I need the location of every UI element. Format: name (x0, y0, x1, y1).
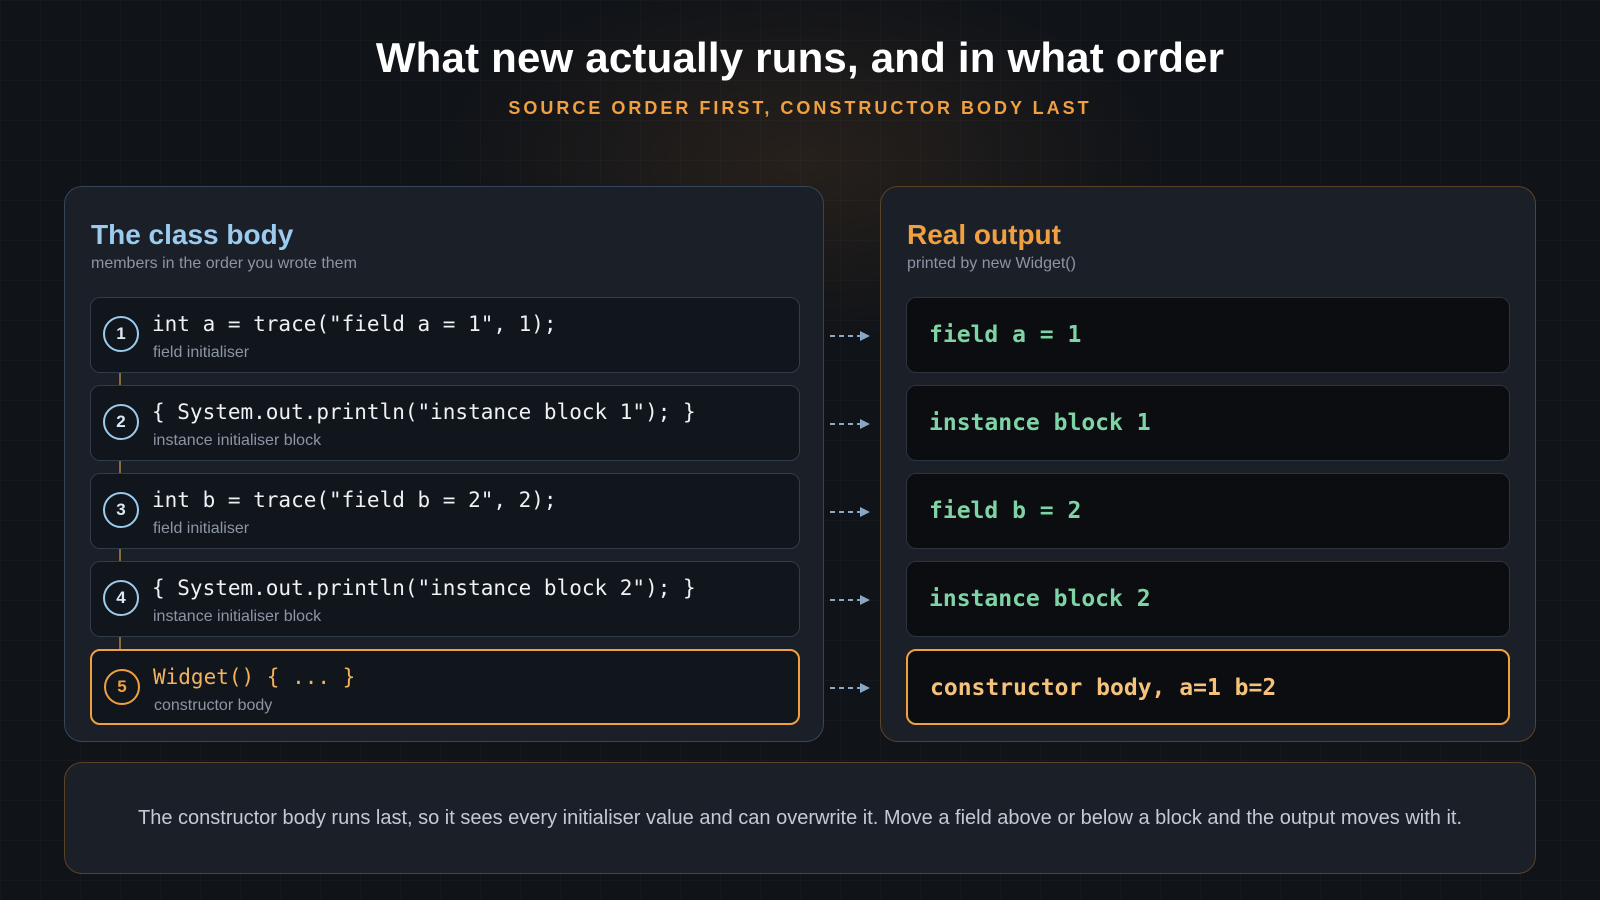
step-number-badge: 2 (103, 404, 139, 440)
arrow-right-icon (830, 507, 870, 517)
real-output-subtitle: printed by new Widget() (907, 255, 1076, 272)
step-number-badge: 1 (103, 316, 139, 352)
arrow-right-icon (830, 595, 870, 605)
step-description: field initialiser (153, 520, 250, 537)
step-description: field initialiser (153, 344, 250, 361)
step-code: int b = trace("field b = 2", 2); (152, 488, 557, 512)
step-4: 4 { System.out.println("instance block 2… (90, 561, 800, 637)
output-line: field a = 1 (906, 297, 1510, 373)
real-output-title: Real output (907, 219, 1061, 250)
header: What new actually runs, and in what orde… (0, 34, 1600, 119)
step-number-badge: 4 (103, 580, 139, 616)
arrow-right-icon (830, 419, 870, 429)
step-3: 3 int b = trace("field b = 2", 2); field… (90, 473, 800, 549)
output-line: field b = 2 (906, 473, 1510, 549)
output-line: instance block 1 (906, 385, 1510, 461)
class-body-subtitle: members in the order you wrote them (91, 255, 357, 272)
step-1: 1 int a = trace("field a = 1", 1); field… (90, 297, 800, 373)
note-text: The constructor body runs last, so it se… (138, 807, 1462, 829)
step-description: constructor body (154, 697, 273, 714)
step-code: int a = trace("field a = 1", 1); (152, 312, 557, 336)
step-number-badge: 3 (103, 492, 139, 528)
output-text: field a = 1 (929, 322, 1082, 348)
class-body-title: The class body (91, 219, 294, 250)
output-text: constructor body, a=1 b=2 (930, 675, 1277, 701)
step-2: 2 { System.out.println("instance block 1… (90, 385, 800, 461)
output-line-constructor: constructor body, a=1 b=2 (906, 649, 1510, 725)
step-number-badge: 5 (104, 669, 140, 705)
output-text: instance block 2 (929, 586, 1151, 612)
output-text: field b = 2 (929, 498, 1082, 524)
class-body-panel: The class body members in the order you … (64, 186, 824, 742)
arrow-right-icon (830, 683, 870, 693)
real-output-panel: Real output printed by new Widget() fiel… (880, 186, 1536, 742)
page-title: What new actually runs, and in what orde… (375, 34, 1225, 81)
step-5-constructor: 5 Widget() { ... } constructor body (90, 649, 800, 725)
page-subtitle: SOURCE ORDER FIRST, CONSTRUCTOR BODY LAS… (508, 98, 1092, 118)
step-description: instance initialiser block (153, 608, 322, 625)
output-text: instance block 1 (929, 410, 1151, 436)
step-description: instance initialiser block (153, 432, 322, 449)
arrow-right-icon (830, 331, 870, 341)
step-code: Widget() { ... } (153, 665, 356, 689)
step-code: { System.out.println("instance block 2")… (152, 576, 696, 600)
output-line: instance block 2 (906, 561, 1510, 637)
step-code: { System.out.println("instance block 1")… (152, 400, 696, 424)
explanation-note: The constructor body runs last, so it se… (64, 762, 1536, 874)
